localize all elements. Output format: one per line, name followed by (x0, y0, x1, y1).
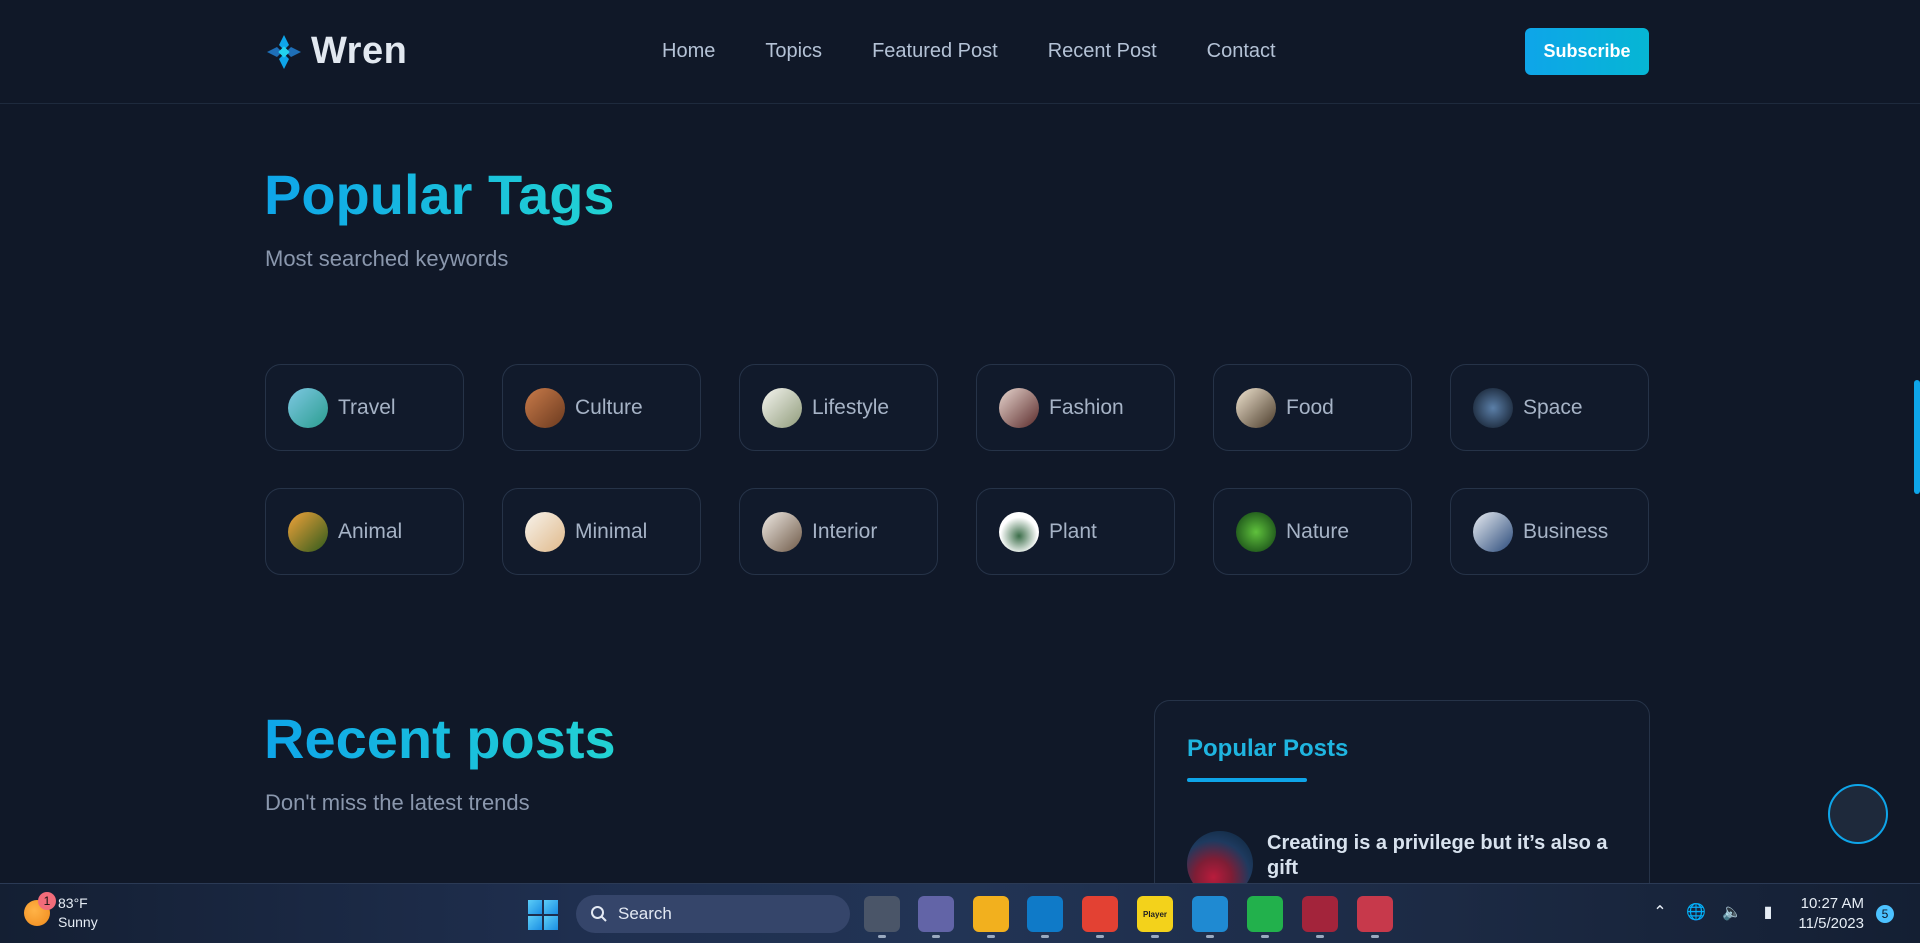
clock[interactable]: 10:27 AM 11/5/2023 (1790, 894, 1864, 934)
running-indicator (1151, 935, 1159, 938)
tag-food[interactable]: Food (1213, 364, 1412, 451)
taskbar: 1 83°F Sunny Search Player ⌃ 🌐 🔈 ▮ 10:27… (0, 883, 1920, 943)
clock-date: 11/5/2023 (1798, 915, 1864, 932)
player-icon[interactable]: Player (1137, 896, 1173, 938)
tag-interior[interactable]: Interior (739, 488, 938, 575)
tag-label: Interior (812, 519, 878, 543)
battery-icon[interactable]: ▮ (1758, 902, 1778, 922)
tag-label: Lifestyle (812, 395, 890, 419)
nav-home[interactable]: Home (662, 40, 715, 63)
tag-label: Food (1286, 395, 1334, 419)
tag-thumbnail (525, 511, 565, 552)
running-indicator (1371, 935, 1379, 938)
tag-travel[interactable]: Travel (265, 364, 464, 451)
tag-label: Culture (575, 395, 643, 419)
search-icon (591, 906, 607, 922)
tag-thumbnail (999, 511, 1039, 552)
recent-posts-subtitle: Don't miss the latest trends (265, 790, 530, 815)
tag-label: Plant (1049, 519, 1097, 543)
running-indicator (987, 935, 995, 938)
running-indicator (1316, 935, 1324, 938)
weather-temp: 83°F (58, 895, 88, 911)
subscribe-button[interactable]: Subscribe (1525, 28, 1649, 75)
tag-label: Nature (1286, 519, 1350, 543)
tag-label: Travel (338, 395, 396, 419)
site-header: Wren Home Topics Featured Post Recent Po… (0, 0, 1920, 104)
running-indicator (878, 935, 886, 938)
nav-topics[interactable]: Topics (765, 40, 822, 63)
tags-grid: Travel Culture Lifestyle Fashion Food Space An… (265, 364, 1649, 575)
weather-widget[interactable]: 1 83°F Sunny (24, 892, 98, 932)
tag-culture[interactable]: Culture (502, 364, 701, 451)
tag-thumbnail (288, 387, 328, 428)
tag-label: Space (1523, 395, 1583, 419)
tag-thumbnail (1236, 387, 1276, 428)
popular-tags-subtitle: Most searched keywords (265, 246, 509, 271)
windows-start-icon[interactable] (528, 900, 558, 930)
tag-nature[interactable]: Nature (1213, 488, 1412, 575)
edge-icon[interactable] (1027, 896, 1063, 938)
app-label: Player (1142, 909, 1168, 919)
tag-label: Animal (338, 519, 403, 543)
tag-fashion[interactable]: Fashion (976, 364, 1175, 451)
popular-posts-title: Popular Posts (1187, 735, 1349, 762)
clock-time: 10:27 AM (1800, 895, 1864, 912)
search-placeholder: Search (618, 904, 672, 923)
task-view-icon[interactable] (864, 896, 900, 938)
weather-condition: Sunny (58, 914, 98, 930)
weather-badge: 1 (38, 892, 56, 910)
tag-business[interactable]: Business (1450, 488, 1649, 575)
tag-thumbnail (762, 511, 802, 552)
notification-badge[interactable]: 5 (1876, 905, 1894, 923)
tag-thumbnail (999, 387, 1039, 428)
tag-space[interactable]: Space (1450, 364, 1649, 451)
chevron-up-icon[interactable]: ⌃ (1650, 902, 1670, 922)
tag-label: Fashion (1049, 395, 1124, 419)
tag-thumbnail (1473, 387, 1513, 428)
tag-thumbnail (1236, 511, 1276, 552)
popular-tags-title: Popular Tags (264, 163, 615, 226)
running-indicator (1206, 935, 1214, 938)
app-green-icon[interactable] (1247, 896, 1283, 938)
taskbar-search[interactable]: Search (576, 895, 850, 933)
running-indicator (1096, 935, 1104, 938)
nav-recent-post[interactable]: Recent Post (1048, 40, 1157, 63)
logo-text: Wren (311, 30, 408, 72)
back-to-top-button[interactable] (1828, 784, 1888, 844)
network-icon[interactable]: 🌐 (1686, 902, 1706, 922)
recent-posts-title: Recent posts (264, 707, 616, 770)
system-tray: ⌃ 🌐 🔈 ▮ (1650, 902, 1778, 922)
logo-icon (267, 34, 301, 69)
logo[interactable]: Wren (265, 30, 407, 73)
chrome-icon[interactable] (1082, 896, 1118, 938)
running-indicator (1261, 935, 1269, 938)
vscode-icon[interactable] (1192, 896, 1228, 938)
nav-contact[interactable]: Contact (1207, 40, 1276, 63)
tag-animal[interactable]: Animal (265, 488, 464, 575)
main-nav: Home Topics Featured Post Recent Post Co… (662, 40, 1276, 63)
tag-thumbnail (762, 387, 802, 428)
tag-plant[interactable]: Plant (976, 488, 1175, 575)
nav-featured-post[interactable]: Featured Post (872, 40, 998, 63)
scrollbar-thumb[interactable] (1914, 380, 1920, 494)
tag-minimal[interactable]: Minimal (502, 488, 701, 575)
tag-lifestyle[interactable]: Lifestyle (739, 364, 938, 451)
tag-thumbnail (525, 387, 565, 428)
running-indicator (932, 935, 940, 938)
snipping-tool-icon[interactable] (1357, 896, 1393, 938)
running-indicator (1041, 935, 1049, 938)
tag-thumbnail (1473, 511, 1513, 552)
sun-icon: 1 (24, 892, 56, 926)
tag-label: Minimal (575, 519, 648, 543)
tag-label: Business (1523, 519, 1609, 543)
chat-icon[interactable] (918, 896, 954, 938)
file-explorer-icon[interactable] (973, 896, 1009, 938)
volume-icon[interactable]: 🔈 (1722, 902, 1742, 922)
tag-thumbnail (288, 511, 328, 552)
popular-posts-underline (1187, 778, 1307, 782)
winrar-icon[interactable] (1302, 896, 1338, 938)
